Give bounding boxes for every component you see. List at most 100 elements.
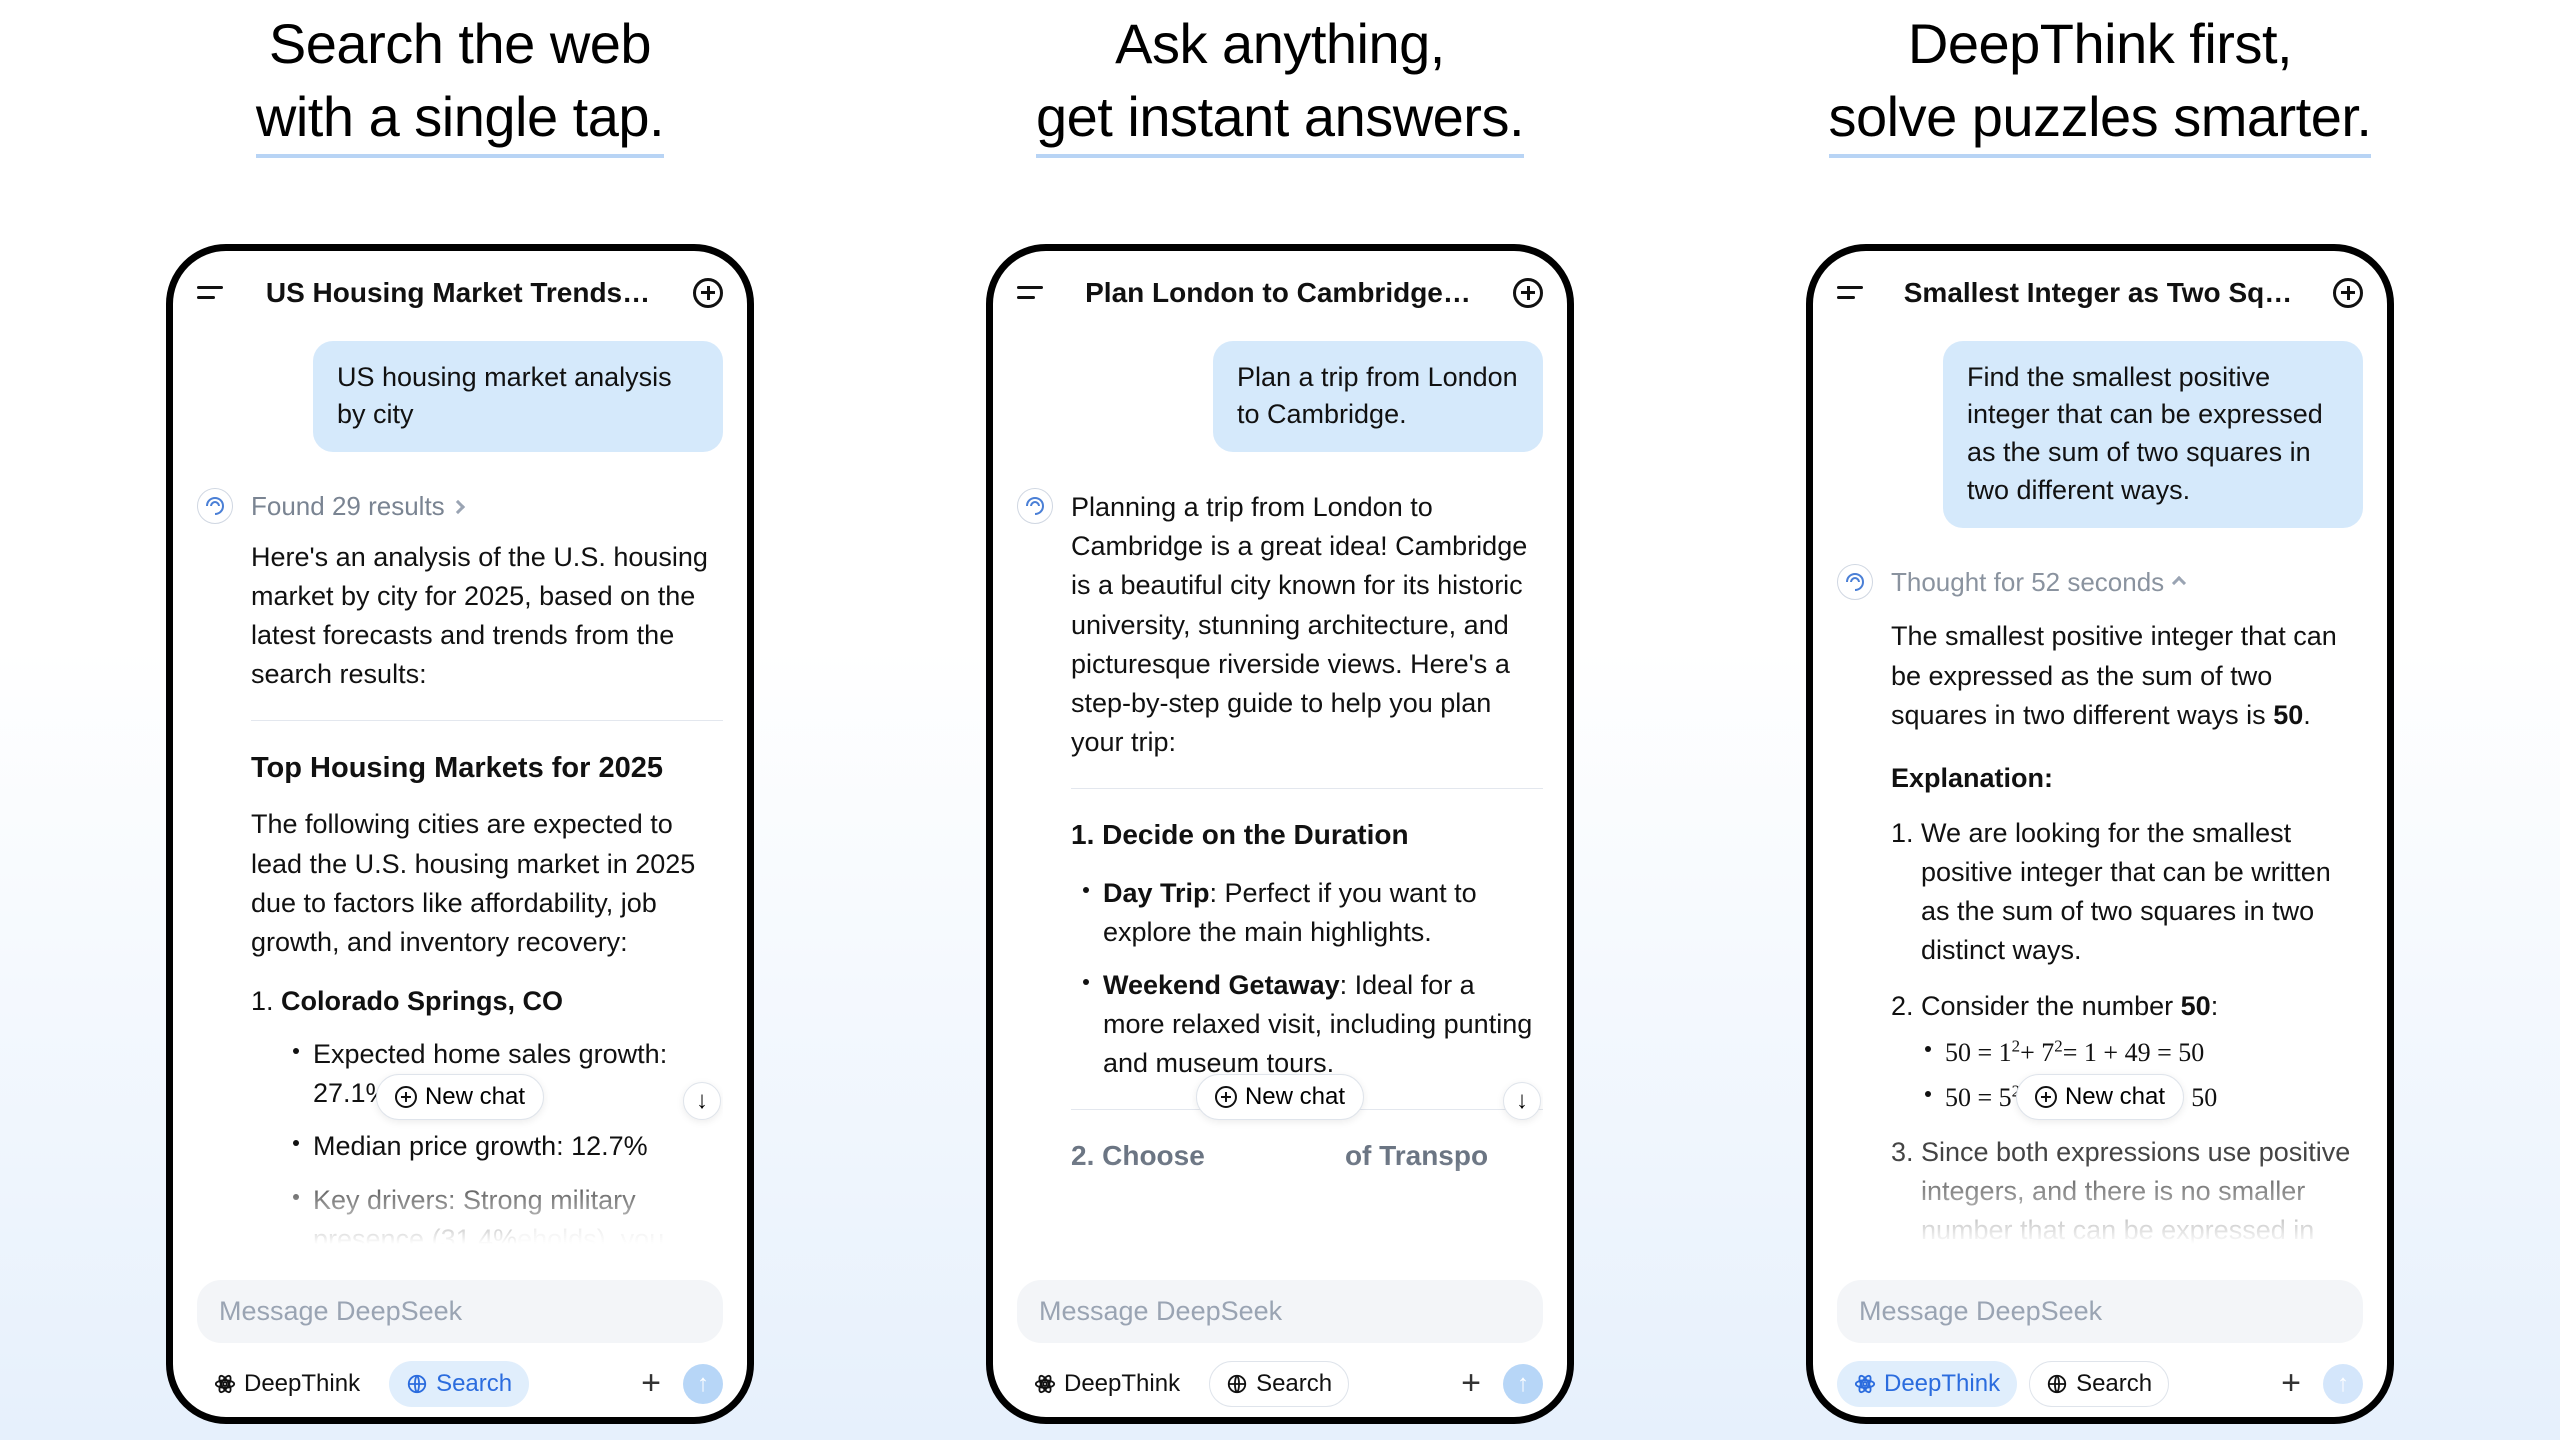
equation: 50 = 12+ 72= 1 + 49 = 50 xyxy=(1921,1034,2363,1072)
atom-icon xyxy=(1034,1373,1056,1395)
scroll-down-button[interactable]: ↓ xyxy=(1503,1082,1541,1120)
send-button[interactable]: ↑ xyxy=(1503,1364,1543,1404)
deepthink-chip[interactable]: DeepThink xyxy=(1837,1361,2017,1407)
new-chat-pill[interactable]: New chat xyxy=(1196,1074,1364,1120)
input-placeholder: Message DeepSeek xyxy=(1039,1296,1521,1327)
chat-title: US Housing Market Trends… xyxy=(223,277,693,309)
promo-column-2: Ask anything, get instant answers. Plan … xyxy=(890,0,1670,1440)
atom-icon xyxy=(1854,1373,1876,1395)
ai-content: Found 29 results Here's an analysis of t… xyxy=(251,488,723,1275)
bottom-toolbar: DeepThink Search + ↑ xyxy=(197,1353,723,1417)
headline: Search the web with a single tap. xyxy=(256,8,664,154)
deepthink-chip[interactable]: DeepThink xyxy=(1017,1361,1197,1407)
ai-avatar-icon xyxy=(1017,488,1053,524)
chevron-right-icon xyxy=(451,500,465,514)
new-chat-icon[interactable] xyxy=(2333,278,2363,308)
menu-icon[interactable] xyxy=(197,284,223,302)
detail-item: Key drivers: Strong military presence (3… xyxy=(293,1181,723,1259)
search-chip[interactable]: Search xyxy=(2029,1361,2169,1407)
headline-line2: solve puzzles smarter. xyxy=(1829,81,2372,154)
divider xyxy=(251,720,723,721)
atom-icon xyxy=(214,1373,236,1395)
ai-avatar-icon xyxy=(1837,564,1873,600)
answer-text: The smallest positive integer that can b… xyxy=(1891,617,2363,734)
intro-text: Planning a trip from London to Cambridge… xyxy=(1071,488,1543,762)
explanation-list: We are looking for the smallest positive… xyxy=(1891,814,2363,1280)
list-item: Day Trip: Perfect if you want to explore… xyxy=(1083,874,1543,952)
search-results-link[interactable]: Found 29 results xyxy=(251,488,723,526)
headline: DeepThink first, solve puzzles smarter. xyxy=(1829,8,2372,154)
new-chat-icon[interactable] xyxy=(1513,278,1543,308)
globe-icon xyxy=(2046,1373,2068,1395)
send-button[interactable]: ↑ xyxy=(2323,1364,2363,1404)
user-message: Plan a trip from London to Cambridge. xyxy=(1213,341,1543,453)
user-message: US housing market analysis by city xyxy=(313,341,723,453)
chevron-up-icon xyxy=(2172,576,2186,590)
new-chat-pill[interactable]: New chat xyxy=(376,1074,544,1120)
attach-button[interactable]: + xyxy=(2271,1364,2311,1403)
list-item: We are looking for the smallest positive… xyxy=(1891,814,2363,971)
section-heading: 1. Decide on the Duration xyxy=(1071,815,1543,856)
arrow-up-icon: ↑ xyxy=(2337,1370,2349,1398)
headline-line2: get instant answers. xyxy=(1036,81,1524,154)
city-list: Colorado Springs, CO Expected home sales… xyxy=(251,982,723,1259)
phone-mockup: Smallest Integer as Two Sq… Find the sma… xyxy=(1806,244,2394,1424)
new-chat-icon[interactable] xyxy=(693,278,723,308)
ai-content: Thought for 52 seconds The smallest posi… xyxy=(1891,564,2363,1280)
intro-text: Here's an analysis of the U.S. housing m… xyxy=(251,538,723,695)
bottom-toolbar: DeepThink Search + ↑ xyxy=(1837,1353,2363,1417)
city-details: Expected home sales growth: 27.1% Median… xyxy=(281,1035,723,1259)
headline: Ask anything, get instant answers. xyxy=(1036,8,1524,154)
topbar: US Housing Market Trends… xyxy=(197,271,723,315)
arrow-up-icon: ↑ xyxy=(697,1370,709,1398)
scroll-down-button[interactable]: ↓ xyxy=(683,1082,721,1120)
section-heading-cut: 2. Choose xxxxxxxx of Transpo xyxy=(1071,1136,1543,1177)
message-input[interactable]: Message DeepSeek xyxy=(197,1280,723,1343)
search-chip[interactable]: Search xyxy=(389,1361,529,1407)
bottom-toolbar: DeepThink Search + ↑ xyxy=(1017,1353,1543,1417)
send-button[interactable]: ↑ xyxy=(683,1364,723,1404)
option-list: Day Trip: Perfect if you want to explore… xyxy=(1071,874,1543,1084)
deepthink-chip[interactable]: DeepThink xyxy=(197,1361,377,1407)
attach-button[interactable]: + xyxy=(631,1364,671,1403)
headline-line1: Ask anything, xyxy=(1036,8,1524,81)
headline-line2: with a single tap. xyxy=(256,81,664,154)
chat-title: Plan London to Cambridge… xyxy=(1043,277,1513,309)
section-text: The following cities are expected to lea… xyxy=(251,805,723,962)
phone-mockup: US Housing Market Trends… US housing mar… xyxy=(166,244,754,1424)
globe-icon xyxy=(1226,1373,1248,1395)
input-placeholder: Message DeepSeek xyxy=(1859,1296,2341,1327)
new-chat-pill[interactable]: New chat xyxy=(2016,1074,2184,1120)
arrow-down-icon: ↓ xyxy=(1516,1087,1528,1115)
phone-mockup: Plan London to Cambridge… Plan a trip fr… xyxy=(986,244,1574,1424)
plus-circle-icon xyxy=(395,1086,417,1108)
chat-area: US housing market analysis by city Found… xyxy=(197,315,723,1280)
list-item: Weekend Getaway: Ideal for a more relaxe… xyxy=(1083,966,1543,1083)
ai-response: Thought for 52 seconds The smallest posi… xyxy=(1837,564,2363,1280)
arrow-down-icon: ↓ xyxy=(696,1087,708,1115)
globe-icon xyxy=(406,1373,428,1395)
input-placeholder: Message DeepSeek xyxy=(219,1296,701,1327)
explanation-heading: Explanation: xyxy=(1891,759,2363,798)
message-input[interactable]: Message DeepSeek xyxy=(1017,1280,1543,1343)
search-chip[interactable]: Search xyxy=(1209,1361,1349,1407)
ai-avatar-icon xyxy=(197,488,233,524)
divider xyxy=(1071,788,1543,789)
thought-indicator[interactable]: Thought for 52 seconds xyxy=(1891,564,2363,602)
promo-column-3: DeepThink first, solve puzzles smarter. … xyxy=(1710,0,2490,1440)
plus-circle-icon xyxy=(1215,1086,1237,1108)
attach-button[interactable]: + xyxy=(1451,1364,1491,1403)
plus-circle-icon xyxy=(2035,1086,2057,1108)
menu-icon[interactable] xyxy=(1017,284,1043,302)
headline-line1: Search the web xyxy=(256,8,664,81)
section-heading: Top Housing Markets for 2025 xyxy=(251,747,723,789)
detail-item: Median price growth: 12.7% xyxy=(293,1127,723,1166)
menu-icon[interactable] xyxy=(1837,284,1863,302)
arrow-up-icon: ↑ xyxy=(1517,1370,1529,1398)
list-item: Colorado Springs, CO Expected home sales… xyxy=(251,982,723,1259)
headline-line1: DeepThink first, xyxy=(1829,8,2372,81)
list-item: Since both expressions use positive inte… xyxy=(1891,1133,2363,1279)
user-message: Find the smallest positive integer that … xyxy=(1943,341,2363,528)
message-input[interactable]: Message DeepSeek xyxy=(1837,1280,2363,1343)
chat-title: Smallest Integer as Two Sq… xyxy=(1863,277,2333,309)
